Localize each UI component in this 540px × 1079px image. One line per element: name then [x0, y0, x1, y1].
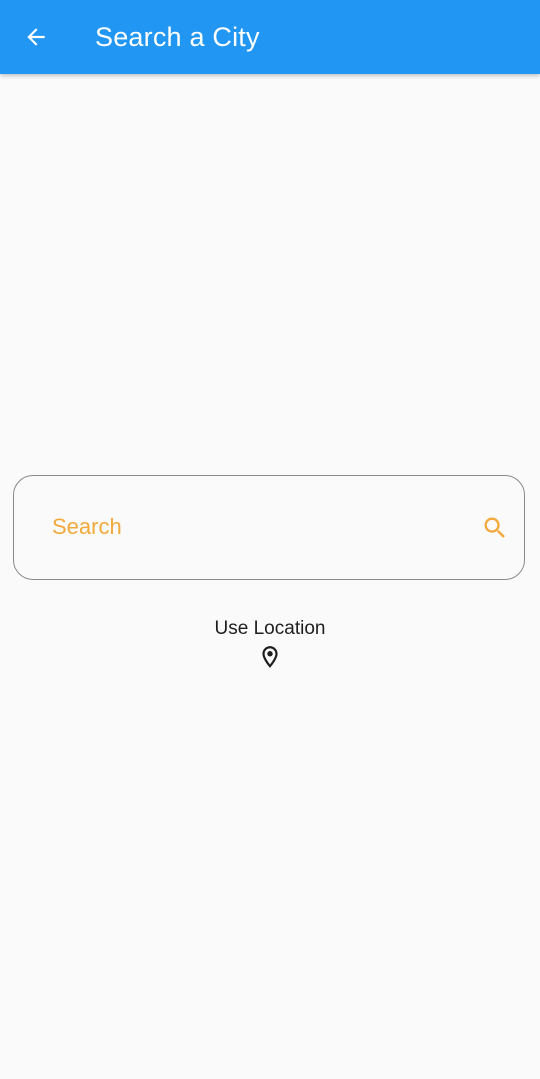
use-location-button[interactable]: Use Location	[170, 616, 370, 676]
arrow-back-icon	[27, 28, 45, 46]
location-pin-icon	[262, 646, 278, 668]
page-title: Search a City	[95, 22, 260, 52]
app-bar: Search a City	[0, 0, 540, 74]
search-box	[13, 475, 525, 580]
search-icon[interactable]	[481, 514, 509, 542]
back-button[interactable]	[14, 15, 58, 59]
search-input[interactable]	[52, 506, 452, 548]
use-location-label: Use Location	[214, 618, 326, 639]
